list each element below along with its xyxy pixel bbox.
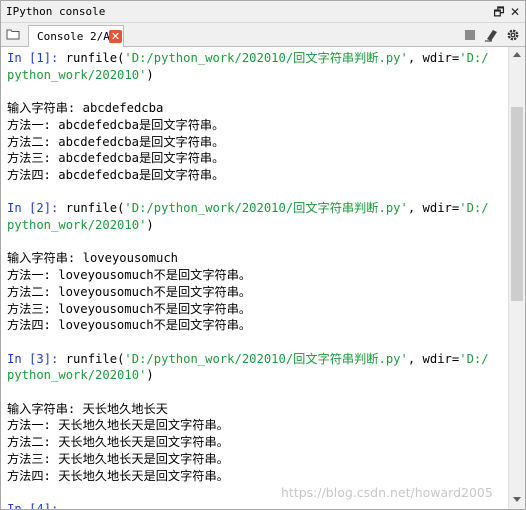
- watermark: https://blog.csdn.net/howard2005: [281, 485, 493, 500]
- output-text: 方法三: 天长地久地长天是回文字符串。: [7, 451, 229, 466]
- ipython-console-window: IPython console 🗗 ✕ Console 2/A ✕ In [1]…: [0, 0, 526, 510]
- console-line: 方法四: 天长地久地长天是回文字符串。: [7, 468, 229, 485]
- console-line: 输入字符串: 天长地久地长天: [7, 401, 168, 418]
- folder-icon[interactable]: [6, 28, 20, 40]
- output-text: 输入字符串: abcdefedcba: [7, 101, 164, 116]
- console-line: In [2]: runfile('D:/python_work/202010/回…: [7, 200, 489, 217]
- output-text: 输入字符串: loveyousomuch: [7, 251, 178, 266]
- string-literal: 'D:/: [459, 351, 489, 366]
- tab-label: Console 2/A: [37, 30, 110, 43]
- console-line: 方法四: abcdefedcba是回文字符串。: [7, 167, 224, 184]
- console-line: python_work/202010'): [7, 67, 154, 84]
- output-text: 方法四: loveyousomuch不是回文字符串。: [7, 318, 252, 333]
- vertical-scrollbar[interactable]: [508, 47, 525, 509]
- prompt-text: ]:: [43, 351, 66, 366]
- output-text: ): [146, 368, 154, 383]
- string-literal: 'D:/: [459, 51, 489, 65]
- output-text: , wdir=: [407, 51, 460, 65]
- tab-bar: Console 2/A ✕: [1, 23, 525, 47]
- output-text: , wdir=: [407, 201, 460, 216]
- console-line: 方法二: 天长地久地长天是回文字符串。: [7, 434, 229, 451]
- string-literal: python_work/202010': [7, 218, 147, 232]
- scrollbar-thumb[interactable]: [511, 107, 523, 301]
- output-text: ): [146, 67, 154, 82]
- console-line: 方法三: abcdefedcba是回文字符串。: [7, 150, 224, 167]
- output-text: 方法三: loveyousomuch不是回文字符串。: [7, 301, 252, 316]
- string-literal: 'D:/python_work/202010/回文字符串判断.py': [124, 51, 408, 65]
- console-line: 方法三: 天长地久地长天是回文字符串。: [7, 451, 229, 468]
- string-literal: python_work/202010': [7, 67, 147, 82]
- console-line: 方法三: loveyousomuch不是回文字符串。: [7, 301, 251, 318]
- output-text: runfile(: [65, 351, 125, 366]
- console-line: 方法四: loveyousomuch不是回文字符串。: [7, 317, 251, 334]
- output-text: 方法二: 天长地久地长天是回文字符串。: [7, 435, 229, 450]
- console-line: 方法一: abcdefedcba是回文字符串。: [7, 117, 224, 134]
- output-text: 方法三: abcdefedcba是回文字符串。: [7, 151, 225, 166]
- prompt-text: In [: [7, 201, 37, 216]
- console-output[interactable]: In [1]: runfile('D:/python_work/202010/回…: [1, 47, 508, 509]
- prompt-text: ]:: [43, 201, 66, 216]
- prompt-text: 4: [36, 501, 44, 509]
- string-literal: python_work/202010': [7, 368, 147, 383]
- restore-icon[interactable]: 🗗: [491, 4, 507, 20]
- output-text: , wdir=: [407, 351, 460, 366]
- tab-close-icon[interactable]: ✕: [109, 30, 122, 43]
- string-literal: 'D:/python_work/202010/回文字符串判断.py': [124, 351, 408, 366]
- output-text: 输入字符串: 天长地久地长天: [7, 401, 168, 416]
- output-text: runfile(: [65, 51, 125, 65]
- prompt-text: ]:: [43, 501, 59, 509]
- output-text: runfile(: [65, 201, 125, 216]
- console-line: 方法二: loveyousomuch不是回文字符串。: [7, 284, 251, 301]
- console-line: 方法二: abcdefedcba是回文字符串。: [7, 134, 224, 151]
- console-line: python_work/202010'): [7, 367, 154, 384]
- output-text: 方法一: loveyousomuch不是回文字符串。: [7, 268, 252, 283]
- output-text: ): [146, 218, 154, 232]
- close-window-icon[interactable]: ✕: [507, 4, 523, 20]
- output-text: 方法一: abcdefedcba是回文字符串。: [7, 117, 225, 132]
- title-bar: IPython console 🗗 ✕: [1, 1, 525, 23]
- prompt-text: 3: [36, 351, 44, 366]
- output-text: 方法二: loveyousomuch不是回文字符串。: [7, 284, 252, 299]
- prompt-text: 2: [36, 201, 44, 216]
- console-line: python_work/202010'): [7, 217, 154, 234]
- string-literal: 'D:/python_work/202010/回文字符串判断.py': [124, 201, 408, 216]
- output-text: 方法一: 天长地久地长天是回文字符串。: [7, 418, 229, 433]
- output-text: 方法四: abcdefedcba是回文字符串。: [7, 167, 225, 182]
- prompt-text: In [: [7, 51, 37, 65]
- scroll-down-icon[interactable]: [513, 497, 521, 502]
- prompt-text: 1: [36, 51, 44, 65]
- string-literal: 'D:/: [459, 201, 489, 216]
- prompt-text: In [: [7, 351, 37, 366]
- window-title: IPython console: [6, 5, 106, 18]
- gear-icon[interactable]: [506, 28, 520, 42]
- console-line: 输入字符串: loveyousomuch: [7, 250, 178, 267]
- tab-console-2a[interactable]: Console 2/A ✕: [28, 25, 124, 47]
- console-line: In [1]: runfile('D:/python_work/202010/回…: [7, 50, 489, 67]
- console-line: In [3]: runfile('D:/python_work/202010/回…: [7, 351, 489, 368]
- output-text: 方法四: 天长地久地长天是回文字符串。: [7, 468, 229, 483]
- console-line: 方法一: loveyousomuch不是回文字符串。: [7, 267, 251, 284]
- output-text: 方法二: abcdefedcba是回文字符串。: [7, 134, 225, 149]
- stop-icon[interactable]: [463, 28, 477, 42]
- console-line: 输入字符串: abcdefedcba: [7, 100, 163, 117]
- eraser-icon[interactable]: [484, 28, 498, 42]
- prompt-text: ]:: [43, 51, 66, 65]
- scroll-up-icon[interactable]: [513, 52, 521, 57]
- console-line: 方法一: 天长地久地长天是回文字符串。: [7, 417, 229, 434]
- prompt-text: In [: [7, 501, 37, 509]
- console-line: In [4]:: [7, 501, 58, 509]
